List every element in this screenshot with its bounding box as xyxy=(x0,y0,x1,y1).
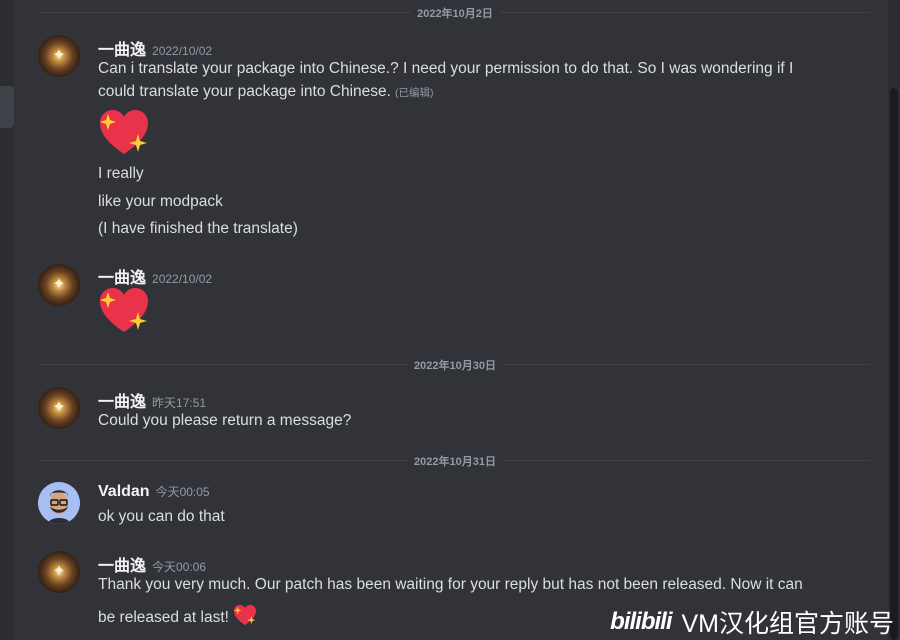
message-text: Could you please return a message? xyxy=(98,412,352,429)
avatar[interactable] xyxy=(38,264,80,306)
author-name[interactable]: Valdan xyxy=(98,483,150,500)
message-timestamp: 今天00:06 xyxy=(152,560,207,574)
author-name[interactable]: 一曲逸 xyxy=(98,42,146,59)
date-divider-label: 2022年10月31日 xyxy=(408,453,502,469)
scrollbar-thumb[interactable] xyxy=(890,88,898,640)
date-divider: 2022年10月2日 xyxy=(40,5,870,21)
author-name[interactable]: 一曲逸 xyxy=(98,394,146,411)
date-divider: 2022年10月30日 xyxy=(40,357,870,373)
watermark-text: VM汉化组官方账号 xyxy=(681,610,894,638)
date-divider-label: 2022年10月30日 xyxy=(408,357,502,373)
avatar[interactable] xyxy=(38,551,80,593)
author-name[interactable]: 一曲逸 xyxy=(98,270,146,287)
edited-label: (已编辑) xyxy=(394,87,434,99)
selected-channel-indicator[interactable] xyxy=(0,86,14,128)
message-text: could translate your package into Chines… xyxy=(98,83,391,100)
message-timestamp: 2022/10/02 xyxy=(152,44,213,58)
date-divider-label: 2022年10月2日 xyxy=(411,5,499,21)
author-name[interactable]: 一曲逸 xyxy=(98,558,146,575)
sparkling-heart-icon xyxy=(234,604,257,626)
message-text: like your modpack xyxy=(98,193,223,210)
message-timestamp: 2022/10/02 xyxy=(152,272,213,286)
message-timestamp: 昨天17:51 xyxy=(152,396,207,410)
message-text: (I have finished the translate) xyxy=(98,220,298,237)
bilibili-logo: bilibili xyxy=(610,608,672,635)
sparkling-heart-icon xyxy=(100,288,148,332)
watermark: bilibili VM汉化组官方账号 xyxy=(610,604,894,640)
message-text: I really xyxy=(98,165,144,182)
server-sidebar-edge xyxy=(0,0,14,640)
message-text: Can i translate your package into Chines… xyxy=(98,60,794,77)
chat-scrollbar[interactable] xyxy=(888,0,900,640)
message-timestamp: 今天00:05 xyxy=(155,485,210,499)
date-divider: 2022年10月31日 xyxy=(40,453,870,469)
message-text: be released at last! xyxy=(98,609,229,626)
message-text: ok you can do that xyxy=(98,508,225,525)
avatar[interactable] xyxy=(38,387,80,429)
message-text: Thank you very much. Our patch has been … xyxy=(98,576,803,593)
avatar[interactable] xyxy=(38,35,80,77)
sparkling-heart-icon xyxy=(100,110,148,154)
avatar[interactable] xyxy=(38,482,80,524)
